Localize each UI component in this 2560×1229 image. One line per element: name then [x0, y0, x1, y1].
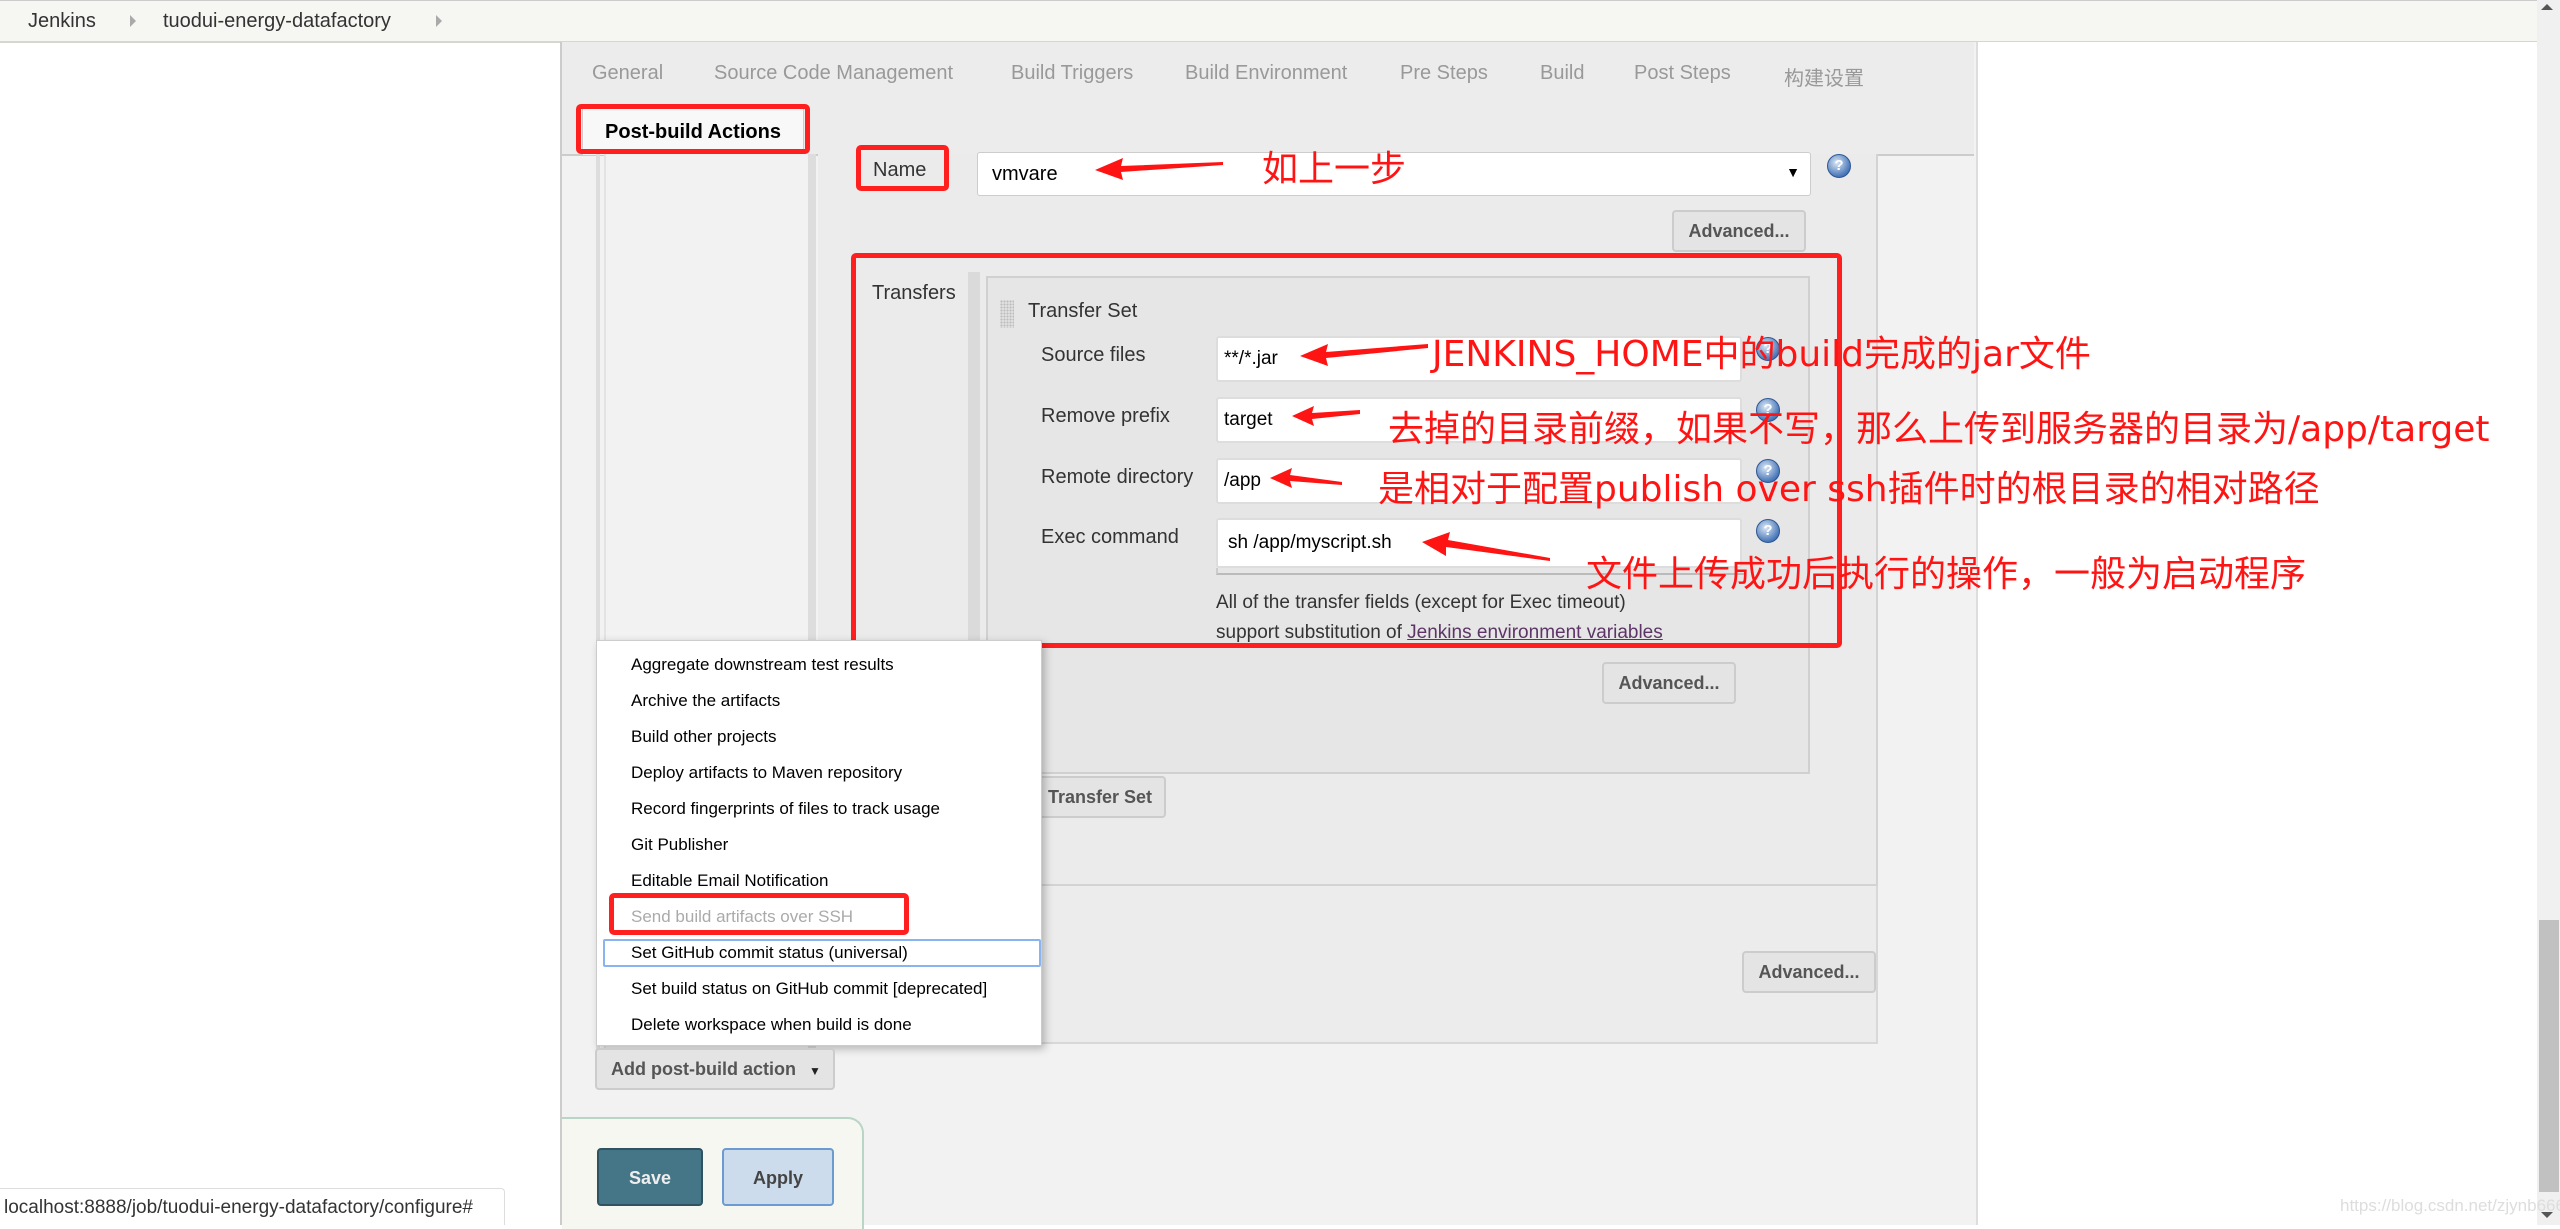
- transfer-advanced-button[interactable]: Advanced...: [1602, 662, 1736, 704]
- ssh-server-advanced-button[interactable]: Advanced...: [1672, 210, 1806, 252]
- caret-down-icon: ▼: [809, 1064, 821, 1078]
- annotation-arrow-icon: [1095, 158, 1223, 180]
- status-bar-url: localhost:8888/job/tuodui-energy-datafac…: [0, 1188, 505, 1225]
- save-button[interactable]: Save: [597, 1148, 703, 1206]
- menu-item-github-build-status[interactable]: Set build status on GitHub commit [depre…: [631, 979, 987, 999]
- tab-build-settings[interactable]: 构建设置: [1784, 62, 1864, 91]
- page-background: [1976, 42, 2537, 1225]
- annotation-arrow-icon: [1422, 532, 1550, 561]
- menu-item-deploy-maven[interactable]: Deploy artifacts to Maven repository: [631, 763, 902, 783]
- annotation-arrow-icon: [1270, 468, 1342, 488]
- highlight-box: [856, 145, 949, 191]
- highlight-box: [576, 104, 810, 154]
- annotation-exec-command: 文件上传成功后执行的操作，一般为启动程序: [1586, 554, 2307, 595]
- annotation-arrow-icon: [1292, 406, 1360, 426]
- scroll-up-arrow-icon[interactable]: [2541, 4, 2553, 10]
- post-build-action-menu: Aggregate downstream test results Archiv…: [596, 640, 1042, 1046]
- breadcrumb-job[interactable]: tuodui-energy-datafactory: [163, 10, 391, 33]
- menu-item-delete-workspace[interactable]: Delete workspace when build is done: [631, 1015, 912, 1035]
- help-icon[interactable]: ?: [1827, 154, 1851, 178]
- menu-item-record-fingerprints[interactable]: Record fingerprints of files to track us…: [631, 799, 940, 819]
- watermark: https://blog.csdn.net/zjynb666: [2340, 1196, 2560, 1215]
- annotation-remove-prefix: 去掉的目录前缀，如果不写，那么上传到服务器的目录为/app/target: [1388, 409, 2490, 450]
- tab-build-environment[interactable]: Build Environment: [1185, 62, 1347, 85]
- highlight-box: [609, 893, 909, 935]
- scrollbar-thumb[interactable]: [2539, 920, 2559, 1192]
- breadcrumb-separator-icon[interactable]: [436, 15, 442, 27]
- menu-item-git-publisher[interactable]: Git Publisher: [631, 835, 728, 855]
- breadcrumb: Jenkins tuodui-energy-datafactory: [0, 0, 2537, 43]
- tab-build-triggers[interactable]: Build Triggers: [1011, 62, 1133, 85]
- ssh-server-name-value: vmvare: [992, 163, 1058, 185]
- annotation-arrow-icon: [1300, 344, 1428, 366]
- tab-source-code-management[interactable]: Source Code Management: [714, 62, 953, 85]
- annotation-name: 如上一步: [1262, 149, 1407, 190]
- tab-general[interactable]: General: [592, 62, 663, 85]
- add-post-build-action-label: Add post-build action: [611, 1059, 796, 1079]
- publisher-advanced-button[interactable]: Advanced...: [1742, 951, 1876, 993]
- chevron-down-icon: ▼: [1786, 164, 1800, 180]
- add-post-build-action-button[interactable]: Add post-build action ▼: [595, 1048, 835, 1090]
- tab-pre-steps[interactable]: Pre Steps: [1400, 62, 1488, 85]
- tab-build[interactable]: Build: [1540, 62, 1584, 85]
- annotation-remote-directory: 是相对于配置publish over ssh插件时的根目录的相对路径: [1378, 469, 2320, 510]
- tab-post-steps[interactable]: Post Steps: [1634, 62, 1731, 85]
- breadcrumb-separator-icon[interactable]: [130, 15, 136, 27]
- menu-item-aggregate-test-results[interactable]: Aggregate downstream test results: [631, 655, 894, 675]
- apply-button[interactable]: Apply: [722, 1148, 834, 1206]
- menu-item-build-other-projects[interactable]: Build other projects: [631, 727, 777, 747]
- breadcrumb-jenkins[interactable]: Jenkins: [28, 10, 96, 33]
- menu-item-email-notification[interactable]: Editable Email Notification: [631, 871, 828, 891]
- menu-focus-ring: [603, 939, 1041, 967]
- menu-item-archive-artifacts[interactable]: Archive the artifacts: [631, 691, 780, 711]
- annotation-source-files: JENKINS_HOME中的build完成的jar文件: [1432, 334, 2091, 375]
